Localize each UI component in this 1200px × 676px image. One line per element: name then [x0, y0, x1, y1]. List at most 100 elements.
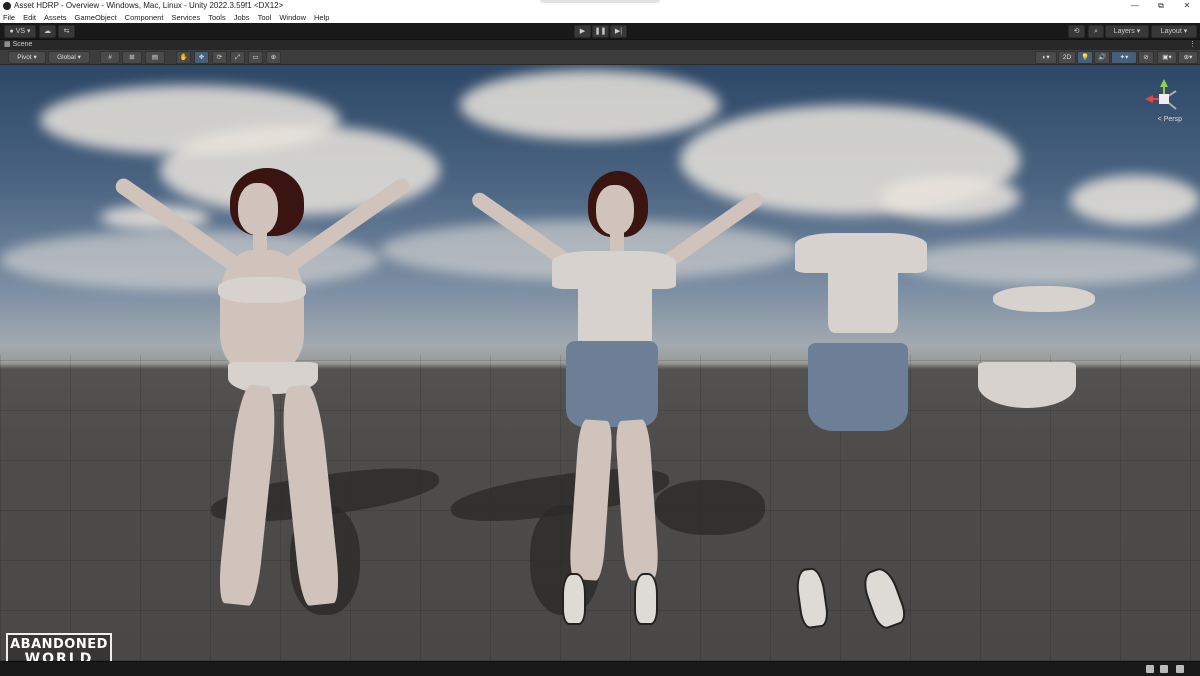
pause-button[interactable]: ❚❚ — [592, 25, 609, 38]
light-bulb-icon: 💡 — [1080, 54, 1090, 61]
step-button[interactable]: ▶| — [610, 25, 627, 38]
cloud-icon: ☁ — [44, 28, 51, 35]
pivot-label: Pivot — [17, 54, 32, 61]
scene-tab-label: Scene — [12, 41, 33, 48]
menu-tool[interactable]: Tool — [258, 12, 272, 23]
transform-tool-button[interactable]: ⊕ — [266, 51, 281, 64]
cloud-shape — [900, 240, 1200, 285]
layout-dropdown[interactable]: Layout ▾ — [1151, 25, 1197, 38]
camera-icon: ▣ — [1162, 54, 1169, 61]
draw-mode-dropdown[interactable]: ◐▾ — [1035, 51, 1057, 64]
account-button[interactable]: ● VS ▾ — [4, 25, 36, 38]
grid-plane-button[interactable]: ▤ — [145, 51, 165, 64]
menu-component[interactable]: Component — [125, 12, 164, 23]
sneaker — [562, 573, 586, 625]
snap-icon: ⊞ — [129, 54, 135, 61]
collab-button[interactable]: ⇆ — [58, 25, 75, 38]
clothing-shorts-asset[interactable] — [808, 343, 908, 431]
menu-file[interactable]: File — [3, 12, 15, 23]
neck — [253, 230, 267, 252]
head — [596, 185, 634, 235]
menu-jobs[interactable]: Jobs — [234, 12, 250, 23]
grid-plane-icon: ▤ — [151, 54, 159, 61]
status-bar — [0, 661, 1200, 676]
play-button[interactable]: ▶ — [574, 25, 591, 38]
hand-icon: ✋ — [179, 54, 188, 61]
title-drag-hint — [540, 0, 660, 3]
scale-tool-button[interactable]: ⤢ — [230, 51, 245, 64]
tab-menu-button[interactable]: ⋮ — [1189, 40, 1196, 50]
scene-viewport[interactable]: < Persp ABANDONED WORLD — [0, 65, 1200, 661]
neck — [610, 230, 624, 252]
hand-tool-button[interactable]: ✋ — [176, 51, 191, 64]
layers-label: Layers — [1113, 28, 1135, 35]
menu-tools[interactable]: Tools — [208, 12, 226, 23]
2d-toggle[interactable]: 2D — [1058, 51, 1076, 64]
cloud-shape — [460, 70, 720, 140]
menu-window[interactable]: Window — [279, 12, 306, 23]
bra — [218, 277, 306, 303]
hidden-objects-toggle[interactable]: ⊘ — [1138, 51, 1154, 64]
maximize-button[interactable]: ⧉ — [1148, 0, 1174, 12]
effects-dropdown[interactable]: ✦▾ — [1111, 51, 1137, 64]
window-title: Asset HDRP - Overview - Windows, Mac, Li… — [14, 1, 284, 10]
grid-snap-button[interactable]: # — [100, 51, 120, 64]
search-button[interactable]: ⌕ — [1088, 25, 1104, 38]
pivot-dropdown[interactable]: Pivot ▾ — [8, 51, 46, 64]
menu-gameobject[interactable]: GameObject — [75, 12, 117, 23]
t-shirt — [578, 251, 652, 349]
gizmos-icon: ⊕ — [1183, 54, 1190, 61]
menu-bar: File Edit Assets GameObject Component Se… — [0, 12, 1200, 23]
layout-label: Layout — [1160, 28, 1182, 35]
debug-mode-icon[interactable] — [1176, 665, 1184, 673]
account-label: VS — [15, 28, 26, 35]
unity-icon — [3, 2, 11, 10]
logo-line-2: WORLD — [24, 651, 94, 662]
menu-services[interactable]: Services — [171, 12, 200, 23]
perspective-label[interactable]: < Persp — [1158, 116, 1182, 123]
scale-icon: ⤢ — [234, 54, 241, 61]
clothing-underwear-asset[interactable] — [978, 362, 1076, 408]
main-toolbar: ● VS ▾ ☁ ⇆ ▶ ❚❚ ▶| ⟲ ⌕ Layers ▾ Layout ▾ — [0, 23, 1200, 40]
menu-assets[interactable]: Assets — [44, 12, 67, 23]
history-button[interactable]: ⟲ — [1068, 25, 1085, 38]
sneaker — [634, 573, 658, 625]
layers-dropdown[interactable]: Layers ▾ — [1105, 25, 1149, 38]
global-label: Global — [57, 54, 76, 61]
clothing-shadow — [655, 480, 765, 535]
rect-tool-button[interactable]: ▭ — [248, 51, 263, 64]
snap-increment-button[interactable]: ⊞ — [122, 51, 142, 64]
tab-scene[interactable]: ▦ Scene — [4, 40, 32, 50]
head — [238, 183, 278, 235]
gizmos-dropdown[interactable]: ⊕▾ — [1178, 51, 1198, 64]
cloud-shape — [1070, 175, 1200, 225]
collab-icon: ⇆ — [63, 28, 70, 35]
shading-icon: ◐ — [1042, 54, 1047, 61]
grid-icon: # — [108, 54, 112, 61]
menu-help[interactable]: Help — [314, 12, 329, 23]
clothing-bra-asset[interactable] — [993, 286, 1095, 312]
close-button[interactable]: ✕ — [1174, 0, 1200, 12]
play-controls: ▶ ❚❚ ▶| — [574, 25, 628, 38]
move-tool-button[interactable]: ✥ — [194, 51, 209, 64]
progress-icon[interactable] — [1160, 665, 1168, 673]
effects-icon: ✦ — [1119, 54, 1126, 61]
denim-shorts — [566, 341, 658, 427]
minimize-button[interactable]: — — [1122, 0, 1148, 12]
move-icon: ✥ — [198, 54, 205, 61]
scene-tab-bar: ▦ Scene ⋮ — [0, 40, 1200, 50]
audio-toggle[interactable]: 🔊 — [1094, 51, 1110, 64]
rect-icon: ▭ — [252, 54, 259, 61]
scene-orientation-gizmo[interactable] — [1142, 77, 1186, 121]
camera-dropdown[interactable]: ▣▾ — [1157, 51, 1177, 64]
rotate-tool-button[interactable]: ⟳ — [212, 51, 227, 64]
abandoned-world-logo: ABANDONED WORLD — [6, 633, 112, 661]
cache-server-icon[interactable] — [1146, 665, 1154, 673]
window-titlebar: Asset HDRP - Overview - Windows, Mac, Li… — [0, 0, 1200, 12]
history-icon: ⟲ — [1073, 28, 1080, 35]
lighting-toggle[interactable]: 💡 — [1077, 51, 1093, 64]
menu-edit[interactable]: Edit — [23, 12, 36, 23]
eye-slash-icon: ⊘ — [1143, 54, 1149, 61]
global-dropdown[interactable]: Global ▾ — [48, 51, 90, 64]
cloud-button[interactable]: ☁ — [39, 25, 56, 38]
